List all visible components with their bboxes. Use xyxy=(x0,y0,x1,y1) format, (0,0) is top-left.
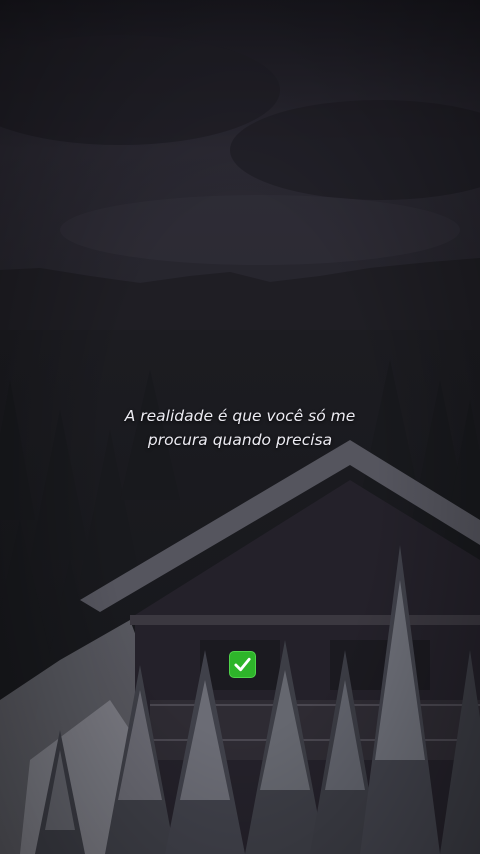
cloud xyxy=(60,195,460,265)
caption-line-1: A realidade é que você só me xyxy=(124,407,356,425)
caption-line-2: procura quando precisa xyxy=(147,431,333,449)
check-mark-button-icon xyxy=(229,651,256,678)
cabin-beam xyxy=(130,615,480,625)
caption-text: A realidade é que você só me procura qua… xyxy=(0,404,480,452)
